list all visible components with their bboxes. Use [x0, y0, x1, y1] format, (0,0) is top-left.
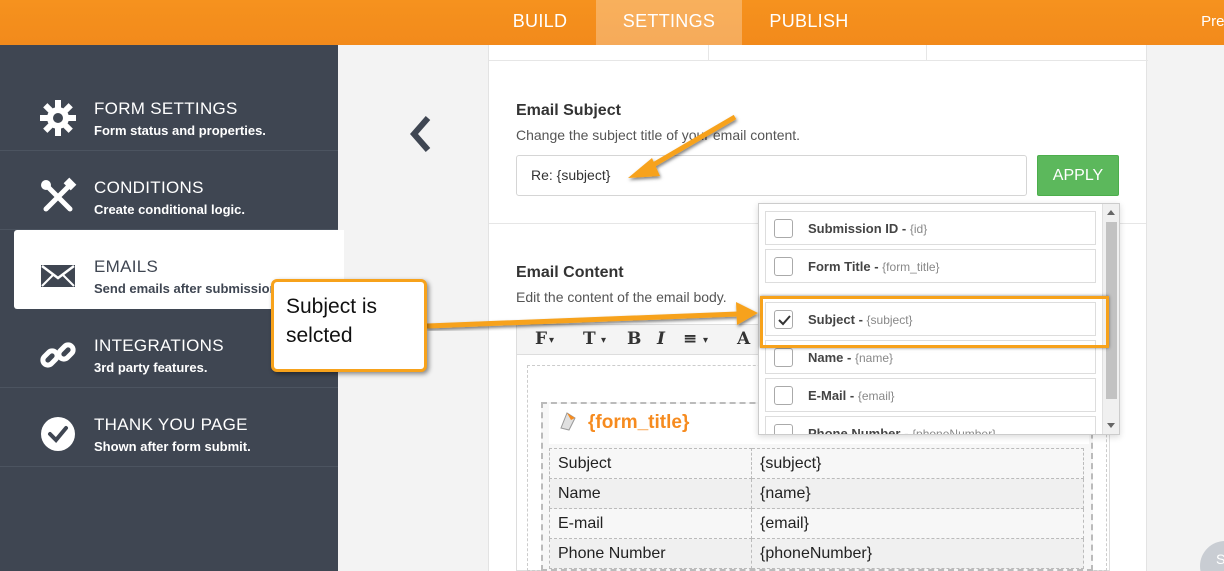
editor-toolbar: F ▾ T ▾ B I ≡ ▾ A [516, 324, 761, 354]
gear-icon [40, 100, 76, 136]
link-icon [40, 342, 76, 368]
font-family-button[interactable]: F [535, 329, 547, 349]
option-label: Form Title - {form_title} [808, 259, 940, 274]
sidebar-item-title: CONDITIONS [94, 178, 204, 197]
top-navigation-bar: BUILD SETTINGS PUBLISH Prev [0, 0, 1224, 45]
checkbox[interactable] [774, 424, 793, 434]
selection-highlight-box [760, 296, 1109, 348]
checkbox[interactable] [774, 386, 793, 405]
table-cell-value: {subject} [751, 448, 1084, 479]
dropdown-option-submission-id[interactable]: Submission ID - {id} [765, 211, 1096, 245]
sidebar-item-thank-you-page[interactable]: THANK YOU PAGE Shown after form submit. [0, 388, 338, 467]
apply-button[interactable]: APPLY [1037, 155, 1119, 196]
table-cell-value: {name} [751, 478, 1084, 509]
back-chevron-icon[interactable] [406, 114, 436, 154]
tab-build[interactable]: BUILD [484, 0, 596, 45]
dropdown-option-email[interactable]: E-Mail - {email} [765, 378, 1096, 412]
italic-button[interactable]: I [657, 329, 665, 349]
bold-button[interactable]: B [627, 329, 641, 349]
sidebar-item-subtitle: Create conditional logic. [94, 202, 245, 217]
sidebar-item-form-settings[interactable]: FORM SETTINGS Form status and properties… [0, 72, 338, 151]
tab-settings[interactable]: SETTINGS [596, 0, 742, 45]
preview-button[interactable]: Prev [1201, 0, 1224, 43]
scroll-down-arrow-icon[interactable] [1107, 423, 1115, 428]
email-subject-description: Change the subject title of your email c… [516, 127, 801, 143]
text-color-button[interactable]: A [737, 329, 750, 349]
scroll-up-arrow-icon[interactable] [1107, 210, 1115, 215]
check-circle-icon [41, 417, 75, 451]
table-cell-label: E-mail [549, 508, 752, 539]
email-fields-table: Subject {subject} Name {name} E-mail {em… [549, 448, 1084, 569]
help-bubble-glyph: S [1216, 551, 1224, 567]
chevron-down-icon: ▾ [601, 335, 607, 346]
sidebar-item-title: EMAILS [94, 257, 159, 276]
table-cell-value: {email} [751, 508, 1084, 539]
tab-publish[interactable]: PUBLISH [742, 0, 876, 45]
table-row: Subject {subject} [549, 448, 1084, 479]
form-title-placeholder: {form_title} [588, 412, 690, 433]
option-label: Submission ID - {id} [808, 221, 928, 236]
help-chat-bubble[interactable]: S [1200, 541, 1224, 571]
email-tabs-strip [489, 45, 1148, 61]
option-label: Name - {name} [808, 350, 894, 365]
sidebar-item-subtitle: Send emails after submission. [94, 281, 282, 296]
dropdown-option-form-title[interactable]: Form Title - {form_title} [765, 249, 1096, 283]
sidebar-item-conditions[interactable]: CONDITIONS Create conditional logic. [0, 151, 338, 230]
option-label: Phone Number - {phoneNumber} [808, 426, 997, 435]
jotform-logo-icon [560, 412, 576, 431]
table-cell-value: {phoneNumber} [751, 538, 1084, 569]
font-size-button[interactable]: T [583, 329, 596, 349]
table-row: Phone Number {phoneNumber} [549, 538, 1084, 569]
table-cell-label: Phone Number [549, 538, 752, 569]
tools-icon [41, 177, 77, 212]
checkbox[interactable] [774, 257, 793, 276]
email-subject-input[interactable]: Re: {subject} [516, 155, 1027, 196]
checkbox[interactable] [774, 348, 793, 367]
sidebar-item-title: INTEGRATIONS [94, 336, 224, 355]
email-content-description: Edit the content of the email body. [516, 289, 727, 305]
table-row: Name {name} [549, 478, 1084, 509]
sidebar-item-title: THANK YOU PAGE [94, 415, 248, 434]
email-subject-heading: Email Subject [516, 102, 621, 119]
envelope-icon [41, 265, 75, 287]
table-row: E-mail {email} [549, 508, 1084, 539]
table-cell-label: Subject [549, 448, 752, 479]
sidebar-item-subtitle: Shown after form submit. [94, 439, 251, 454]
sidebar-item-subtitle: Form status and properties. [94, 123, 266, 138]
table-cell-label: Name [549, 478, 752, 509]
annotation-callout: Subject is selcted [271, 279, 427, 372]
chevron-down-icon: ▾ [703, 335, 709, 346]
option-label: E-Mail - {email} [808, 388, 895, 403]
checkbox[interactable] [774, 219, 793, 238]
dropdown-option-phone-number[interactable]: Phone Number - {phoneNumber} [765, 416, 1096, 435]
chevron-down-icon: ▾ [549, 335, 555, 346]
align-button[interactable]: ≡ [683, 329, 697, 349]
email-content-heading: Email Content [516, 264, 624, 281]
sidebar-item-title: FORM SETTINGS [94, 99, 238, 118]
sidebar-item-subtitle: 3rd party features. [94, 360, 208, 375]
